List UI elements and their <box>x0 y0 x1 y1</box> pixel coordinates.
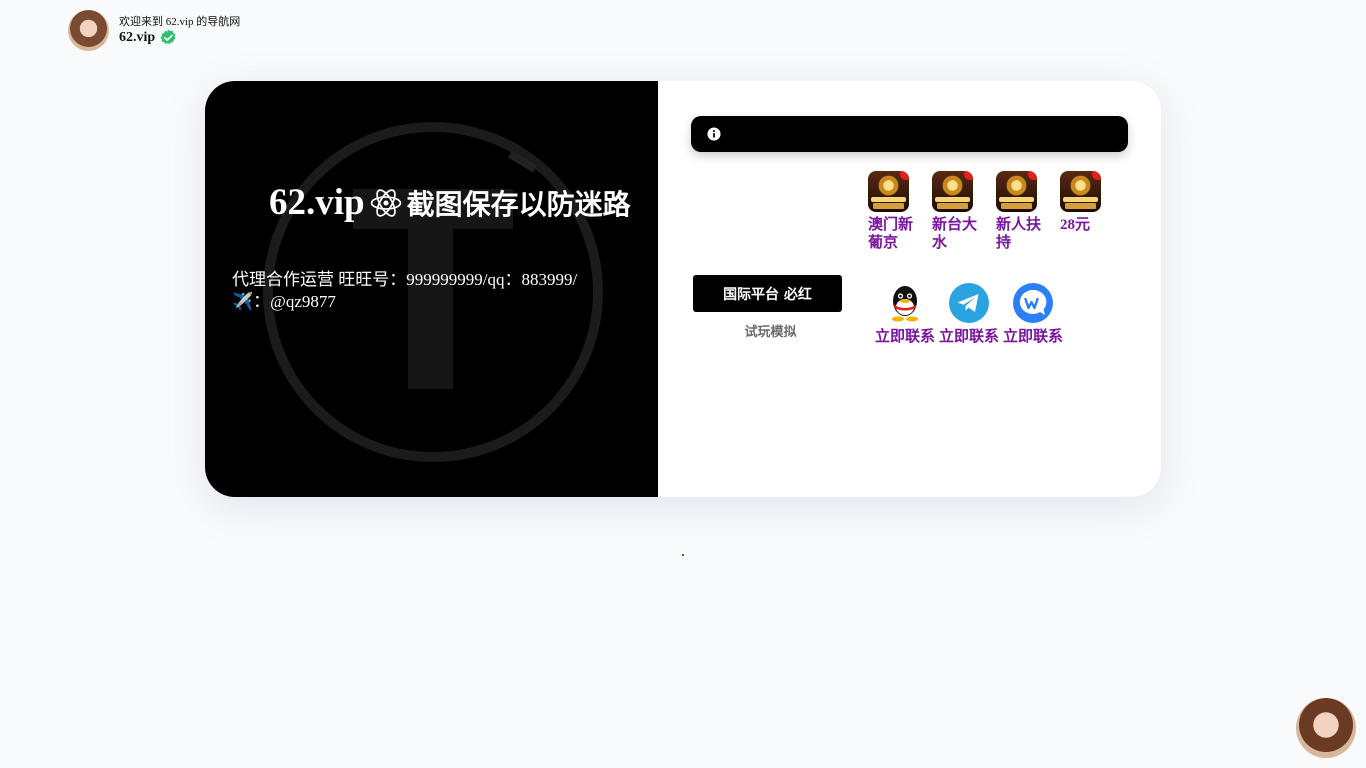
atom-icon <box>370 188 401 217</box>
brand-title: 62.vip <box>269 182 365 223</box>
platform-button[interactable]: 国际平台 必红 <box>693 275 842 312</box>
app-item-28[interactable]: 28元 <box>1060 171 1124 252</box>
demo-link[interactable]: 试玩模拟 <box>693 321 848 340</box>
contact-list: 立即联系 立即联系 立即联系 <box>873 283 1065 346</box>
app-item-xintai[interactable]: 新台大水 <box>932 171 996 252</box>
info-icon <box>707 127 721 141</box>
contact-chat[interactable]: 立即联系 <box>1001 283 1065 346</box>
headline: 62.vip 截图保存以防迷路 <box>269 181 631 224</box>
welcome-text: 欢迎来到 62.vip 的导航网 <box>119 15 241 28</box>
right-panel: 澳门新葡京 新台大水 新人扶持 28元 国际平台 必红 试玩模拟 立即联系 立即… <box>658 81 1161 497</box>
floating-avatar[interactable] <box>1296 698 1356 758</box>
contact-label[interactable]: 立即联系 <box>1003 325 1063 346</box>
contact-label[interactable]: 立即联系 <box>875 325 935 346</box>
app-label[interactable]: 新人扶持 <box>996 216 1054 252</box>
site-header: 欢迎来到 62.vip 的导航网 62.vip <box>68 10 240 51</box>
footer-dot: . <box>681 543 685 560</box>
verified-icon <box>160 29 176 45</box>
app-label[interactable]: 新台大水 <box>932 216 990 252</box>
slogan: 截图保存以防迷路 <box>406 187 631 221</box>
agent-contact-text: 代理合作运营 旺旺号：999999999/qq：883999/✈️：@qz987… <box>232 270 578 311</box>
app-label[interactable]: 澳门新葡京 <box>868 216 926 252</box>
app-icon[interactable] <box>868 171 909 212</box>
app-label[interactable]: 28元 <box>1060 216 1118 234</box>
app-icon[interactable] <box>932 171 973 212</box>
telegram-icon[interactable] <box>949 283 989 323</box>
contact-telegram[interactable]: 立即联系 <box>937 283 1001 346</box>
left-panel: 62.vip 截图保存以防迷路 代理合作运营 旺旺号：999999999/qq：… <box>205 81 658 497</box>
app-item-macau[interactable]: 澳门新葡京 <box>868 171 932 252</box>
avatar[interactable] <box>68 10 109 51</box>
contact-qq[interactable]: 立即联系 <box>873 283 937 346</box>
app-icon[interactable] <box>996 171 1037 212</box>
app-item-newbie[interactable]: 新人扶持 <box>996 171 1060 252</box>
main-card: 62.vip 截图保存以防迷路 代理合作运营 旺旺号：999999999/qq：… <box>205 81 1161 497</box>
chat-icon[interactable] <box>1013 283 1053 323</box>
site-name-label: 62.vip <box>119 29 156 45</box>
site-name: 62.vip <box>119 29 240 47</box>
notice-bar <box>691 116 1128 152</box>
app-icon[interactable] <box>1060 171 1101 212</box>
qq-icon[interactable] <box>885 283 925 323</box>
app-grid: 澳门新葡京 新台大水 新人扶持 28元 <box>868 171 1124 252</box>
header-text: 欢迎来到 62.vip 的导航网 62.vip <box>119 15 240 47</box>
contact-label[interactable]: 立即联系 <box>939 325 999 346</box>
